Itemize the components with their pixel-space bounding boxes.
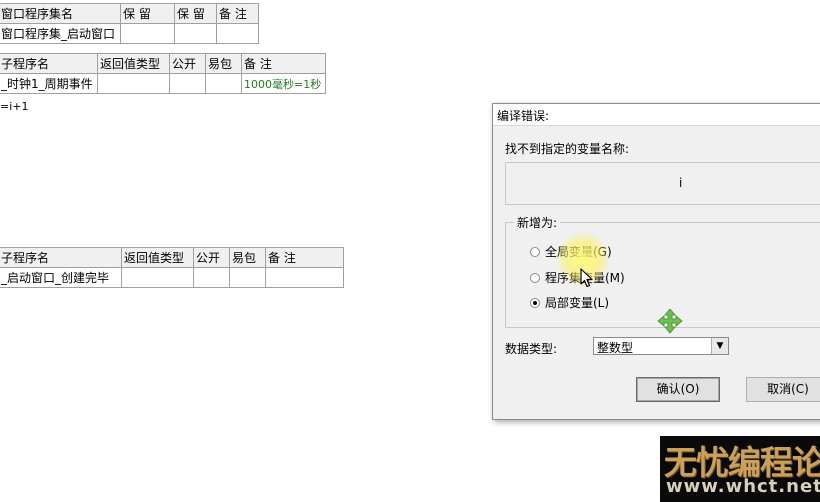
- group-title: 新增为:: [514, 214, 561, 231]
- radio-label[interactable]: 局部变量(L): [545, 294, 609, 311]
- table-header-row: 子程序名 返回值类型 公开 易包 备 注: [0, 53, 326, 74]
- radio-assembly-variable[interactable]: 程序集变量(M): [530, 269, 625, 286]
- reserved-cell[interactable]: [120, 23, 175, 44]
- cancel-button[interactable]: 取消(C): [746, 377, 820, 402]
- code-line[interactable]: =i+1: [0, 100, 29, 113]
- remark-cell[interactable]: [216, 23, 259, 44]
- table-row[interactable]: 窗口程序集_启动窗口: [0, 23, 259, 44]
- header-return-type: 返回值类型: [121, 247, 194, 268]
- table-header-row: 子程序名 返回值类型 公开 易包 备 注: [0, 247, 344, 268]
- remark-cell[interactable]: [265, 267, 344, 288]
- compile-error-dialog: 编译错误: 找不到指定的变量名称: i 新增为: 全局变量(G) 程序集变量(M…: [492, 103, 820, 420]
- header-subroutine-name: 子程序名: [0, 53, 98, 74]
- dialog-title[interactable]: 编译错误:: [493, 104, 820, 126]
- return-type-cell[interactable]: [97, 73, 170, 94]
- radio-button[interactable]: [530, 246, 540, 257]
- reserved-cell[interactable]: [174, 23, 217, 44]
- error-message-label: 找不到指定的变量名称:: [505, 142, 630, 156]
- subroutine-table-timer: 子程序名 返回值类型 公开 易包 备 注 _时钟1_周期事件 1000毫秒=1秒: [0, 53, 326, 94]
- radio-button[interactable]: [530, 272, 540, 283]
- header-remark: 备 注: [265, 247, 344, 268]
- header-public: 公开: [169, 53, 206, 74]
- subroutine-table-create: 子程序名 返回值类型 公开 易包 备 注 _启动窗口_创建完毕: [0, 247, 344, 288]
- header-remark: 备 注: [241, 53, 326, 74]
- easy-package-cell[interactable]: [205, 73, 242, 94]
- move-arrows-icon: [657, 308, 683, 334]
- public-cell[interactable]: [169, 73, 206, 94]
- assembly-name-cell[interactable]: 窗口程序集_启动窗口: [0, 23, 121, 44]
- header-easy-package: 易包: [229, 247, 266, 268]
- subroutine-name-cell[interactable]: _启动窗口_创建完毕: [0, 267, 122, 288]
- variable-name: i: [679, 176, 683, 190]
- confirm-button[interactable]: 确认(O): [636, 377, 720, 402]
- data-type-select[interactable]: 整数型 ▼: [593, 337, 729, 355]
- radio-button-selected[interactable]: [530, 297, 540, 308]
- radio-local-variable[interactable]: 局部变量(L): [530, 294, 609, 311]
- header-reserved: 保 留: [120, 3, 175, 24]
- site-watermark: 无忧编程论坛 www.whct.net: [660, 436, 820, 502]
- assembly-table: 窗口程序集名 保 留 保 留 备 注 窗口程序集_启动窗口: [0, 3, 259, 44]
- easy-package-cell[interactable]: [229, 267, 266, 288]
- variable-name-box: i: [505, 162, 820, 205]
- return-type-cell[interactable]: [121, 267, 194, 288]
- table-row[interactable]: _时钟1_周期事件 1000毫秒=1秒: [0, 73, 326, 94]
- header-assembly-name: 窗口程序集名: [0, 3, 121, 24]
- radio-global-variable[interactable]: 全局变量(G): [530, 243, 612, 260]
- radio-label[interactable]: 全局变量(G): [545, 243, 612, 260]
- watermark-url: www.whct.net: [666, 476, 820, 497]
- table-row[interactable]: _启动窗口_创建完毕: [0, 267, 344, 288]
- header-return-type: 返回值类型: [97, 53, 170, 74]
- chevron-down-icon[interactable]: ▼: [711, 338, 728, 354]
- header-reserved: 保 留: [174, 3, 217, 24]
- subroutine-name-cell[interactable]: _时钟1_周期事件: [0, 73, 98, 94]
- table-header-row: 窗口程序集名 保 留 保 留 备 注: [0, 3, 259, 24]
- data-type-value[interactable]: 整数型: [597, 339, 633, 356]
- mouse-pointer-icon: [580, 268, 593, 288]
- public-cell[interactable]: [193, 267, 230, 288]
- remark-cell[interactable]: 1000毫秒=1秒: [241, 73, 326, 94]
- header-easy-package: 易包: [205, 53, 242, 74]
- header-remark: 备 注: [216, 3, 259, 24]
- header-subroutine-name: 子程序名: [0, 247, 122, 268]
- data-type-label: 数据类型:: [505, 342, 558, 356]
- header-public: 公开: [193, 247, 230, 268]
